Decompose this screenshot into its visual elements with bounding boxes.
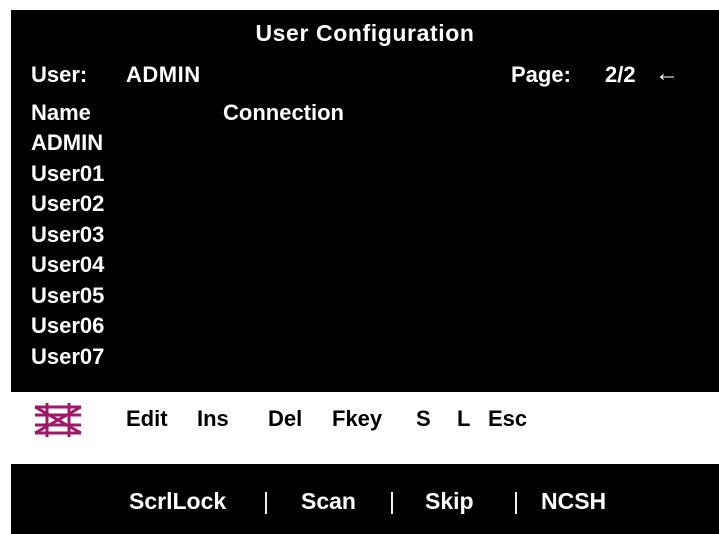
user-label: User: (31, 62, 88, 87)
user-row-user02[interactable]: User02 (31, 190, 104, 221)
user-list: ADMIN User01 User02 User03 User04 User05… (31, 129, 104, 373)
skip-indicator[interactable]: Skip (425, 488, 474, 515)
user-row-user01[interactable]: User01 (31, 160, 104, 191)
page-title: User Configuration (255, 20, 475, 46)
scroll-lock-indicator[interactable]: ScrlLock (129, 488, 226, 515)
user-row-admin[interactable]: ADMIN (31, 129, 104, 160)
status-separator: | (513, 488, 519, 514)
user-row-user06[interactable]: User06 (31, 312, 104, 343)
page-label: Page: (511, 62, 571, 87)
column-header-connection: Connection (223, 100, 344, 125)
brand-logo-icon (34, 403, 82, 437)
edit-key[interactable]: Edit (126, 406, 168, 432)
page-indicator: 2/2 (605, 62, 636, 87)
status-bar: ScrlLock | Scan | Skip | NCSH (11, 480, 719, 520)
current-user-value: ADMIN (126, 62, 201, 87)
column-header-name: Name (31, 100, 91, 125)
status-separator: | (263, 488, 269, 514)
ncsh-indicator[interactable]: NCSH (541, 488, 606, 515)
insert-key[interactable]: Ins (197, 406, 229, 432)
delete-key[interactable]: Del (268, 406, 302, 432)
escape-key[interactable]: Esc (488, 406, 527, 432)
scan-indicator[interactable]: Scan (301, 488, 356, 515)
user-row-user05[interactable]: User05 (31, 282, 104, 313)
osd-window: User Configuration User: ADMIN Page: 2/2… (11, 10, 719, 534)
back-arrow-icon[interactable]: ← (655, 60, 679, 88)
user-row-user04[interactable]: User04 (31, 251, 104, 282)
user-row-user07[interactable]: User07 (31, 343, 104, 374)
user-row-user03[interactable]: User03 (31, 221, 104, 252)
status-separator: | (389, 488, 395, 514)
fkey-key[interactable]: Fkey (332, 406, 382, 432)
s-key[interactable]: S (416, 406, 431, 432)
function-key-bar: Edit Ins Del Fkey S L Esc (11, 392, 719, 464)
l-key[interactable]: L (457, 406, 470, 432)
